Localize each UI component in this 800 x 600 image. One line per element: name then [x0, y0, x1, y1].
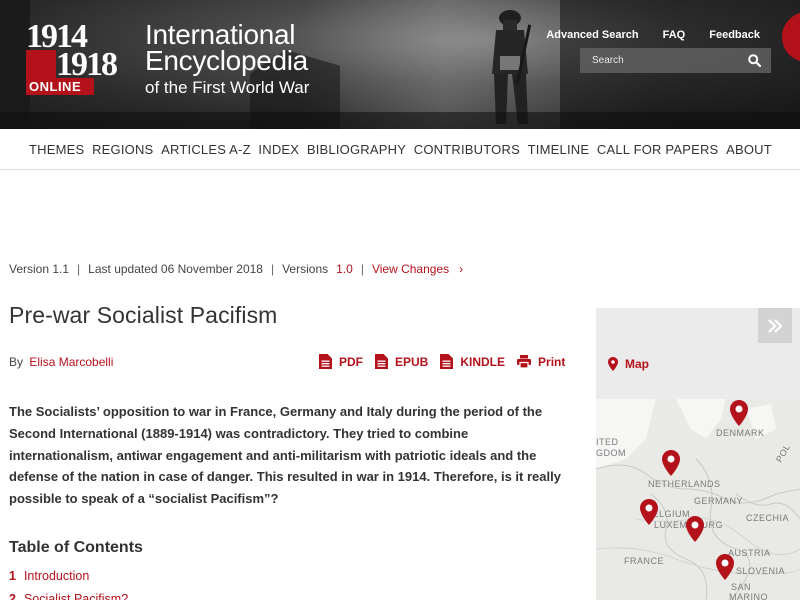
byline: By Elisa Marcobelli — [9, 355, 113, 369]
expand-sidebar-button[interactable] — [758, 308, 792, 343]
map-label-germany: GERMANY — [694, 496, 744, 506]
map-label-san-marino: MARINO — [729, 592, 768, 600]
logo-online: ONLINE — [26, 78, 94, 95]
print-button[interactable]: Print — [517, 355, 565, 369]
file-icon — [375, 354, 388, 369]
feedback-link[interactable]: Feedback — [709, 29, 760, 41]
site-title[interactable]: International Encyclopedia of the First … — [145, 21, 310, 100]
site-header: 1914 1918 ONLINE International Encyclope… — [0, 0, 800, 129]
map-label-france: FRANCE — [624, 556, 665, 566]
download-options: PDF EPUB KINDLE Print — [319, 354, 565, 369]
last-updated: Last updated 06 November 2018 — [88, 262, 263, 276]
kindle-label: KINDLE — [460, 354, 506, 369]
map-label-slovenia: SLOVENIA — [736, 566, 786, 576]
logo-year-bottom: 1918 — [56, 46, 118, 83]
file-icon — [319, 354, 332, 369]
site-logo[interactable]: 1914 1918 ONLINE — [26, 20, 126, 95]
map-label-czechia: CZECHIA — [746, 513, 790, 523]
map-pin-icon — [608, 357, 618, 371]
nav-call-for-papers[interactable]: CALL FOR PAPERS — [597, 142, 718, 157]
nav-regions[interactable]: REGIONS — [92, 142, 153, 157]
chevron-right-icon[interactable]: › — [459, 262, 463, 276]
author-link[interactable]: Elisa Marcobelli — [29, 355, 113, 369]
epub-download-button[interactable]: EPUB — [375, 354, 428, 369]
map-label-netherlands: NETHERLANDS — [648, 479, 721, 489]
map[interactable]: DENMARK ITED GDOM NETHERLANDS GERMANY BE… — [596, 399, 800, 600]
map-label: Map — [625, 357, 649, 371]
search-box — [580, 48, 771, 73]
map-label-uk: ITED — [596, 437, 619, 447]
article-abstract: The Socialists’ opposition to war in Fra… — [9, 404, 561, 507]
nav-timeline[interactable]: TIMELINE — [528, 142, 590, 157]
print-label: Print — [538, 354, 566, 369]
map-label-austria: AUSTRIA — [728, 548, 771, 558]
map-marker-icon[interactable] — [640, 499, 658, 525]
printer-icon — [517, 355, 532, 368]
faq-link[interactable]: FAQ — [663, 29, 686, 41]
site-title-line2: Encyclopedia — [145, 45, 308, 76]
view-changes-link[interactable]: View Changes — [372, 262, 449, 276]
nav-themes[interactable]: THEMES — [29, 142, 84, 157]
toc-item-number: 2 — [9, 592, 16, 600]
toc-item-label[interactable]: Socialist Pacifism? — [24, 592, 128, 600]
version-link[interactable]: 1.0 — [336, 262, 353, 276]
map-label-san-marino: SAN — [731, 582, 752, 592]
map-marker-icon[interactable] — [686, 516, 704, 542]
nav-index[interactable]: INDEX — [258, 142, 299, 157]
pdf-label: PDF — [339, 354, 363, 369]
header-links: Advanced Search FAQ Feedback — [546, 29, 760, 41]
toc-item[interactable]: 2 Socialist Pacifism? — [9, 592, 128, 600]
map-marker-icon[interactable] — [662, 450, 680, 476]
table-of-contents: 1 Introduction 2 Socialist Pacifism? — [9, 569, 128, 600]
map-marker-icon[interactable] — [730, 400, 748, 426]
double-chevron-right-icon — [768, 318, 783, 333]
version-number: Version 1.1 — [9, 262, 70, 276]
sidebar: Map DENMARK ITED GDOM NETHERLANDS GERMAN… — [596, 308, 800, 600]
main-nav: THEMES REGIONS ARTICLES A-Z INDEX BIBLIO… — [0, 129, 800, 170]
search-input[interactable] — [580, 48, 740, 73]
toc-item-number: 1 — [9, 569, 16, 583]
kindle-download-button[interactable]: KINDLE — [440, 354, 505, 369]
nav-contributors[interactable]: CONTRIBUTORS — [414, 142, 520, 157]
map-label-denmark: DENMARK — [716, 428, 765, 438]
toc-item[interactable]: 1 Introduction — [9, 569, 128, 583]
toc-title: Table of Contents — [9, 539, 143, 556]
pdf-download-button[interactable]: PDF — [319, 354, 363, 369]
search-icon[interactable] — [748, 54, 761, 67]
nav-bibliography[interactable]: BIBLIOGRAPHY — [307, 142, 406, 157]
header-photo-ground — [0, 112, 800, 129]
versions-label: Versions — [282, 262, 329, 276]
page-title: Pre-war Socialist Pacifism — [9, 302, 278, 328]
site-title-line3: of the First World War — [145, 78, 310, 97]
advanced-search-link[interactable]: Advanced Search — [546, 29, 638, 41]
file-icon — [440, 354, 454, 369]
toc-item-label[interactable]: Introduction — [24, 569, 89, 583]
map-toggle[interactable]: Map — [608, 357, 649, 371]
epub-label: EPUB — [395, 354, 429, 369]
map-label-uk: GDOM — [596, 448, 626, 458]
by-label: By — [9, 355, 24, 369]
map-marker-icon[interactable] — [716, 554, 734, 580]
nav-articles-a-z[interactable]: ARTICLES A-Z — [161, 142, 251, 157]
nav-about[interactable]: ABOUT — [726, 142, 772, 157]
header-photo-soldier — [492, 10, 532, 124]
version-bar: Version 1.1 | Last updated 06 November 2… — [9, 262, 464, 276]
